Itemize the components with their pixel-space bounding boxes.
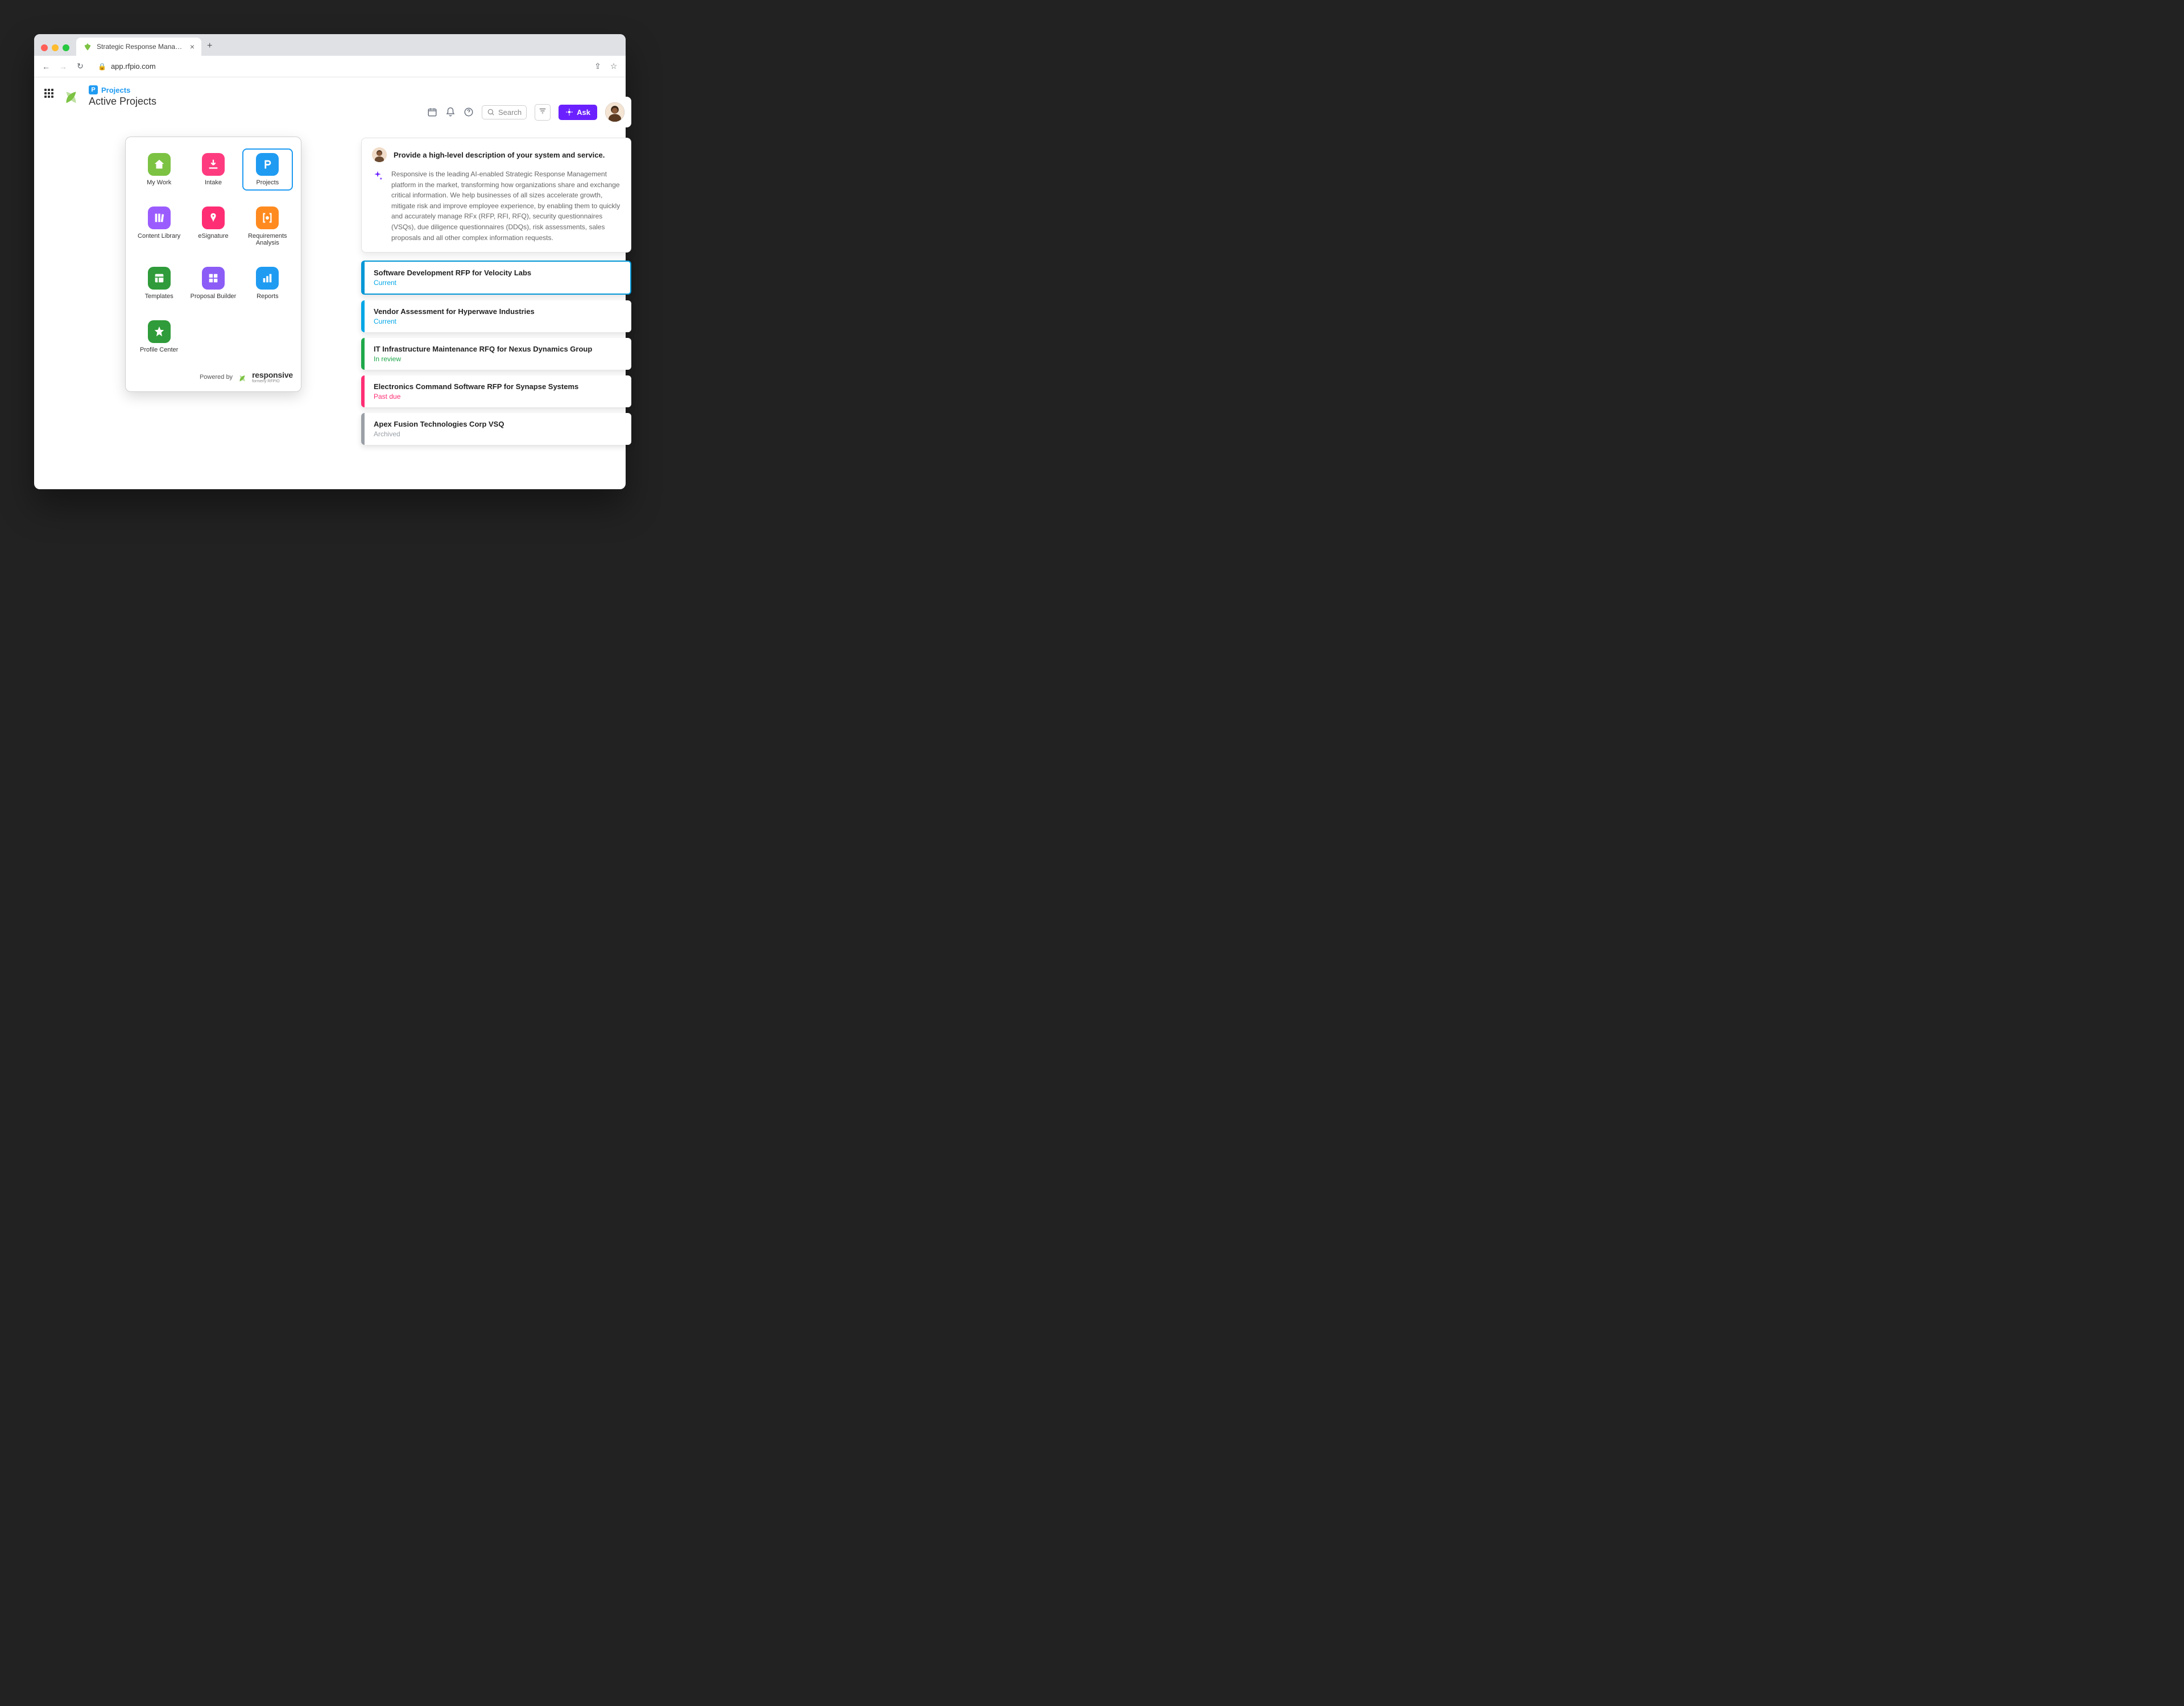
projects-nav-icon: P xyxy=(89,85,98,94)
powered-by-label: Powered by xyxy=(200,374,233,381)
reload-button[interactable]: ↻ xyxy=(75,61,85,71)
launcher-item-projects[interactable]: Projects xyxy=(242,148,293,191)
browser-tab[interactable]: Strategic Response Managem × xyxy=(76,38,201,56)
assistant-question: Provide a high-level description of your… xyxy=(394,151,605,159)
browser-toolbar: ← → ↻ 🔒 app.rfpio.com ⇪ ☆ xyxy=(34,56,626,77)
breadcrumb-label: Projects xyxy=(101,86,130,94)
launcher-item-label: Templates xyxy=(145,293,173,300)
books-icon xyxy=(148,206,171,229)
launcher-item-proposal-builder[interactable]: Proposal Builder xyxy=(188,262,238,304)
close-tab-icon[interactable]: × xyxy=(190,42,195,51)
project-title: Electronics Command Software RFP for Syn… xyxy=(374,382,622,391)
launcher-item-label: Proposal Builder xyxy=(191,293,237,300)
filter-icon xyxy=(539,107,547,115)
page-title: Active Projects xyxy=(89,96,156,108)
forward-button[interactable]: → xyxy=(58,62,68,71)
launcher-item-requirements-analysis[interactable]: Requirements Analysis xyxy=(242,202,293,251)
calendar-icon[interactable] xyxy=(427,107,437,117)
new-tab-button[interactable]: + xyxy=(201,36,218,56)
close-window-button[interactable] xyxy=(41,44,48,51)
project-card[interactable]: Electronics Command Software RFP for Syn… xyxy=(361,375,631,407)
launcher-item-profile-center[interactable]: Profile Center xyxy=(134,316,184,358)
user-avatar[interactable] xyxy=(605,102,624,122)
lock-icon: 🔒 xyxy=(98,63,106,71)
launcher-item-label: Intake xyxy=(205,179,222,186)
launcher-item-label: Projects xyxy=(256,179,279,186)
project-card[interactable]: Software Development RFP for Velocity La… xyxy=(361,261,631,295)
launcher-item-intake[interactable]: Intake xyxy=(188,148,238,191)
launcher-item-label: My Work xyxy=(147,179,171,186)
template-icon xyxy=(148,267,171,290)
project-status: Current xyxy=(374,317,622,325)
avatar-image xyxy=(605,102,624,122)
brand-leaf-small-icon xyxy=(237,372,247,382)
ask-button[interactable]: Ask xyxy=(559,105,597,120)
project-status: Archived xyxy=(374,430,622,438)
launcher-item-label: Content Library xyxy=(138,233,180,239)
assistant-card: Provide a high-level description of your… xyxy=(361,138,631,253)
launcher-item-label: Profile Center xyxy=(140,346,178,353)
project-title: Apex Fusion Technologies Corp VSQ xyxy=(374,420,622,428)
top-toolbar: Search Ask xyxy=(361,97,631,127)
launcher-item-label: eSignature xyxy=(198,233,228,239)
window-controls xyxy=(41,44,69,56)
grid-icon xyxy=(202,267,225,290)
project-card[interactable]: Apex Fusion Technologies Corp VSQ Archive… xyxy=(361,413,631,445)
brand-subtitle: formerly RFPIO xyxy=(252,379,293,383)
download-icon xyxy=(202,153,225,176)
project-title: Software Development RFP for Velocity La… xyxy=(374,269,621,277)
filter-button[interactable] xyxy=(535,104,551,121)
address-bar[interactable]: 🔒 app.rfpio.com xyxy=(92,62,586,71)
search-placeholder: Search xyxy=(498,108,522,117)
project-status: Current xyxy=(374,279,621,287)
pen-icon xyxy=(202,206,225,229)
bell-icon[interactable] xyxy=(445,107,456,117)
url-text: app.rfpio.com xyxy=(111,62,156,71)
brackets-icon xyxy=(256,206,279,229)
app-launcher-button[interactable] xyxy=(44,89,53,98)
ai-sparkle-icon xyxy=(372,170,383,181)
back-button[interactable]: ← xyxy=(41,62,51,71)
launcher-item-content-library[interactable]: Content Library xyxy=(134,202,184,251)
question-avatar xyxy=(372,147,387,162)
project-title: Vendor Assessment for Hyperwave Industri… xyxy=(374,307,622,316)
powered-by: Powered by responsive formerly RFPIO xyxy=(134,370,293,383)
bars-icon xyxy=(256,267,279,290)
browser-tabstrip: Strategic Response Managem × + xyxy=(34,34,626,56)
app-launcher-panel: My Work Intake Projects Content Library eSig… xyxy=(125,137,301,392)
project-card[interactable]: Vendor Assessment for Hyperwave Industri… xyxy=(361,300,631,332)
browser-window: Strategic Response Managem × + ← → ↻ 🔒 a… xyxy=(34,34,626,489)
brand-name: responsive xyxy=(252,370,293,379)
launcher-item-label: Requirements Analysis xyxy=(245,233,291,246)
brand-leaf-icon xyxy=(61,85,81,105)
star-icon[interactable]: ☆ xyxy=(609,61,619,71)
search-icon xyxy=(487,108,495,116)
maximize-window-button[interactable] xyxy=(63,44,69,51)
breadcrumb[interactable]: P Projects xyxy=(89,85,156,94)
launcher-item-label: Reports xyxy=(257,293,279,300)
search-input[interactable]: Search xyxy=(482,105,527,119)
launcher-item-reports[interactable]: Reports xyxy=(242,262,293,304)
minimize-window-button[interactable] xyxy=(52,44,59,51)
share-icon[interactable]: ⇪ xyxy=(593,61,603,71)
home-icon xyxy=(148,153,171,176)
tab-title: Strategic Response Managem xyxy=(97,43,185,51)
launcher-item-my-work[interactable]: My Work xyxy=(134,148,184,191)
project-card[interactable]: IT Infrastructure Maintenance RFQ for Ne… xyxy=(361,338,631,370)
star-icon xyxy=(148,320,171,343)
favicon-leaf-icon xyxy=(83,42,92,51)
project-status: In review xyxy=(374,355,622,363)
p-icon xyxy=(256,153,279,176)
ask-label: Ask xyxy=(577,108,590,117)
project-status: Past due xyxy=(374,393,622,400)
assistant-answer: Responsive is the leading AI-enabled Str… xyxy=(391,169,621,243)
launcher-item-esignature[interactable]: eSignature xyxy=(188,202,238,251)
help-icon[interactable] xyxy=(464,107,474,117)
project-title: IT Infrastructure Maintenance RFQ for Ne… xyxy=(374,345,622,353)
sparkle-icon xyxy=(565,108,573,116)
launcher-item-templates[interactable]: Templates xyxy=(134,262,184,304)
